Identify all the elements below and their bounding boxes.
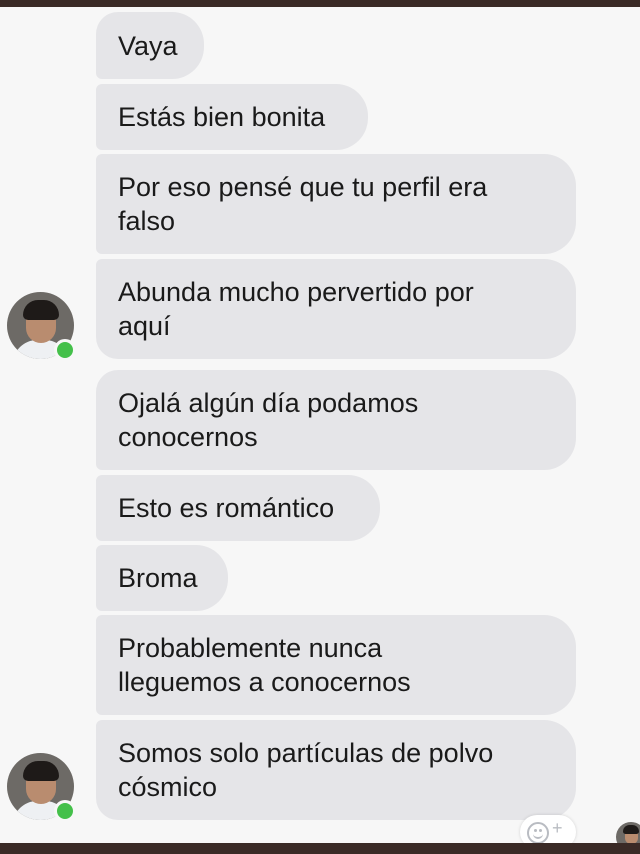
message-bubble[interactable]: Somos solo partículas de polvo cósmico — [96, 720, 576, 820]
online-dot-icon — [54, 800, 76, 822]
message-bubble[interactable]: Broma — [96, 545, 228, 611]
message-bubble[interactable]: Probablemente nunca lleguemos a conocern… — [96, 615, 576, 715]
message-text: Ojalá algún día podamos conocernos — [118, 388, 419, 452]
sender-avatar[interactable] — [7, 292, 76, 361]
chat-thread: Vaya Estás bien bonita Por eso pensé que… — [0, 7, 640, 843]
online-dot-icon — [54, 339, 76, 361]
message-text: Esto es romántico — [118, 493, 335, 523]
message-text: Abunda mucho pervertido por aquí — [118, 277, 474, 341]
message-bubble[interactable]: Estás bien bonita — [96, 84, 368, 150]
message-bubble[interactable]: Abunda mucho pervertido por aquí — [96, 259, 576, 359]
message-bubble[interactable]: Vaya — [96, 12, 204, 79]
message-text: Probablemente nunca lleguemos a conocern… — [118, 633, 411, 697]
message-text: Somos solo partículas de polvo cósmico — [118, 738, 494, 802]
message-text: Broma — [118, 563, 198, 593]
sender-avatar[interactable] — [7, 753, 76, 822]
add-reaction-button[interactable]: + — [520, 815, 576, 843]
message-bubble[interactable]: Ojalá algún día podamos conocernos — [96, 370, 576, 470]
message-text: Vaya — [118, 30, 178, 61]
message-text: Estás bien bonita — [118, 102, 326, 132]
message-bubble[interactable]: Por eso pensé que tu perfil era falso — [96, 154, 576, 254]
seen-avatar-icon — [616, 822, 640, 843]
message-text: Por eso pensé que tu perfil era falso — [118, 172, 488, 236]
message-bubble[interactable]: Esto es romántico — [96, 475, 380, 541]
